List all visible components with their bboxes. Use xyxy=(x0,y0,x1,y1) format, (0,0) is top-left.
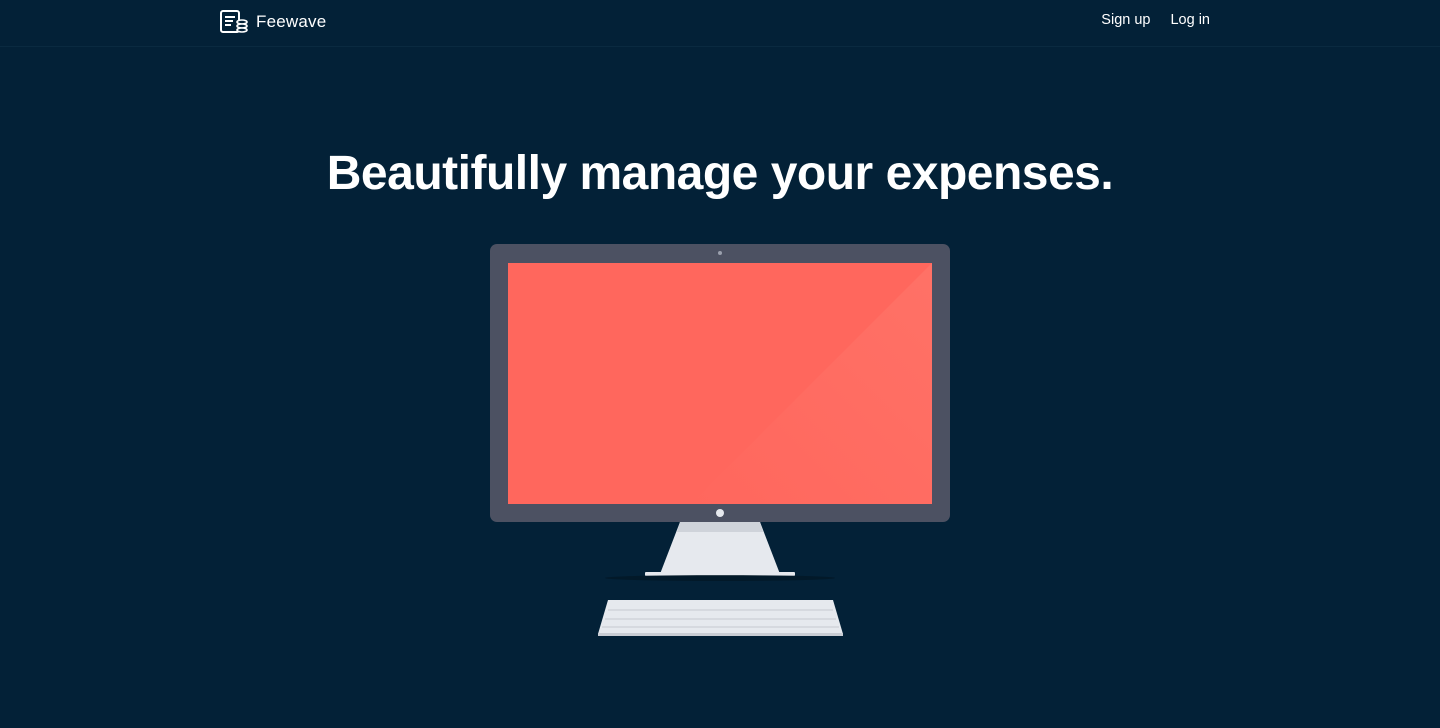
webcam-dot xyxy=(718,251,722,255)
ledger-coins-icon xyxy=(220,10,248,33)
log-in-link[interactable]: Log in xyxy=(1170,12,1210,28)
top-navbar: Feewave Sign up Log in xyxy=(0,0,1440,47)
desktop-computer-illustration xyxy=(490,244,950,636)
keyboard xyxy=(598,600,843,634)
brand-logo-link[interactable]: Feewave xyxy=(220,10,326,34)
nav-links: Sign up Log in xyxy=(1101,12,1210,28)
sign-up-link[interactable]: Sign up xyxy=(1101,12,1150,28)
brand-name: Feewave xyxy=(256,12,327,31)
landing-page: Feewave Sign up Log in Beautifully manag… xyxy=(0,0,1440,728)
power-button xyxy=(716,509,724,517)
hero-headline: Beautifully manage your expenses. xyxy=(326,147,1114,200)
